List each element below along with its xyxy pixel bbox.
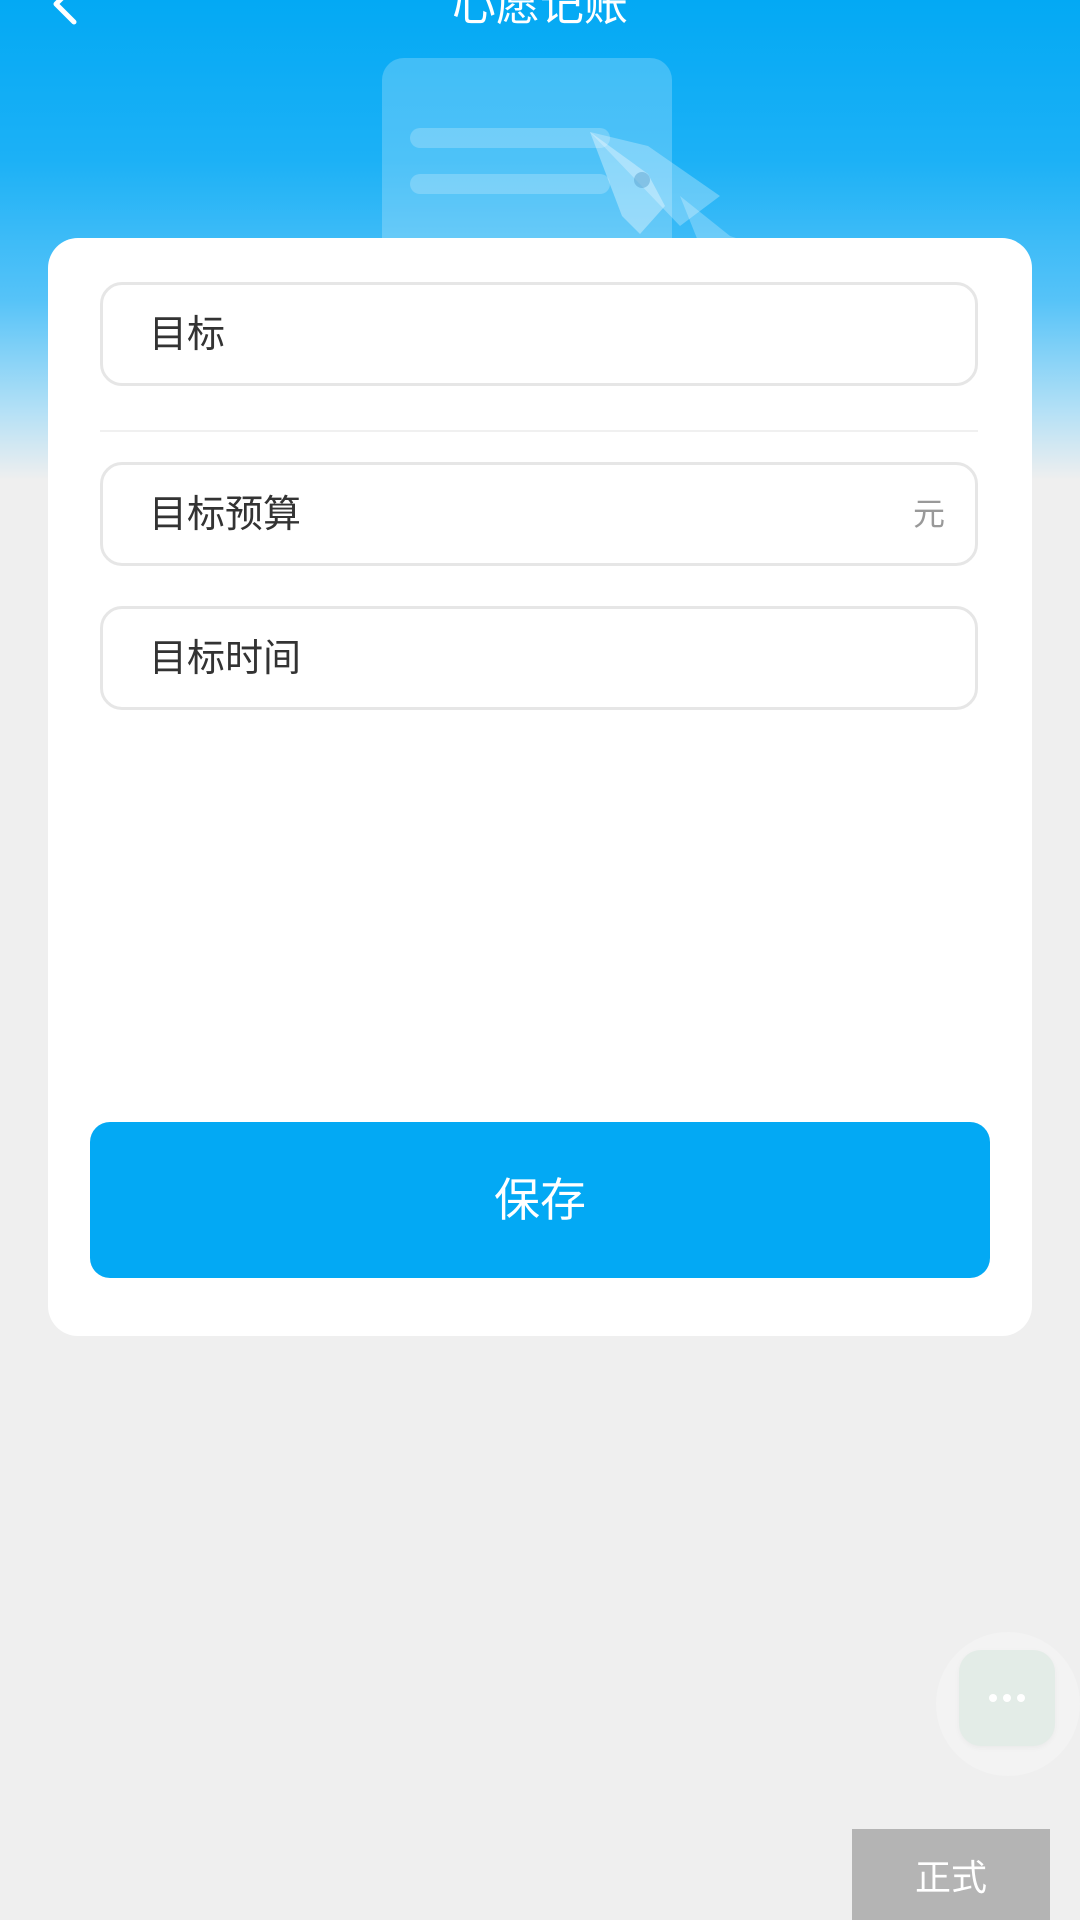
form-card: 目标 目标预算 元 目标时间 保存 xyxy=(48,238,1032,1336)
budget-placeholder: 目标预算 xyxy=(149,492,302,536)
page: 心愿记账 目标 目标预算 元 目标时间 保存 正式 xyxy=(0,0,1080,1920)
time-placeholder: 目标时间 xyxy=(149,636,302,680)
goal-placeholder: 目标 xyxy=(149,312,226,356)
goal-input[interactable]: 目标 xyxy=(100,282,978,386)
more-dots-icon xyxy=(989,1694,1025,1702)
divider xyxy=(100,430,978,432)
budget-input[interactable]: 目标预算 元 xyxy=(100,462,978,566)
environment-badge: 正式 xyxy=(852,1829,1050,1920)
document-pen-illustration xyxy=(382,58,760,246)
budget-unit-label: 元 xyxy=(912,495,945,533)
time-input[interactable]: 目标时间 xyxy=(100,606,978,710)
page-title: 心愿记账 xyxy=(452,0,628,31)
floating-menu-button[interactable] xyxy=(959,1650,1055,1746)
save-button[interactable]: 保存 xyxy=(90,1122,990,1278)
